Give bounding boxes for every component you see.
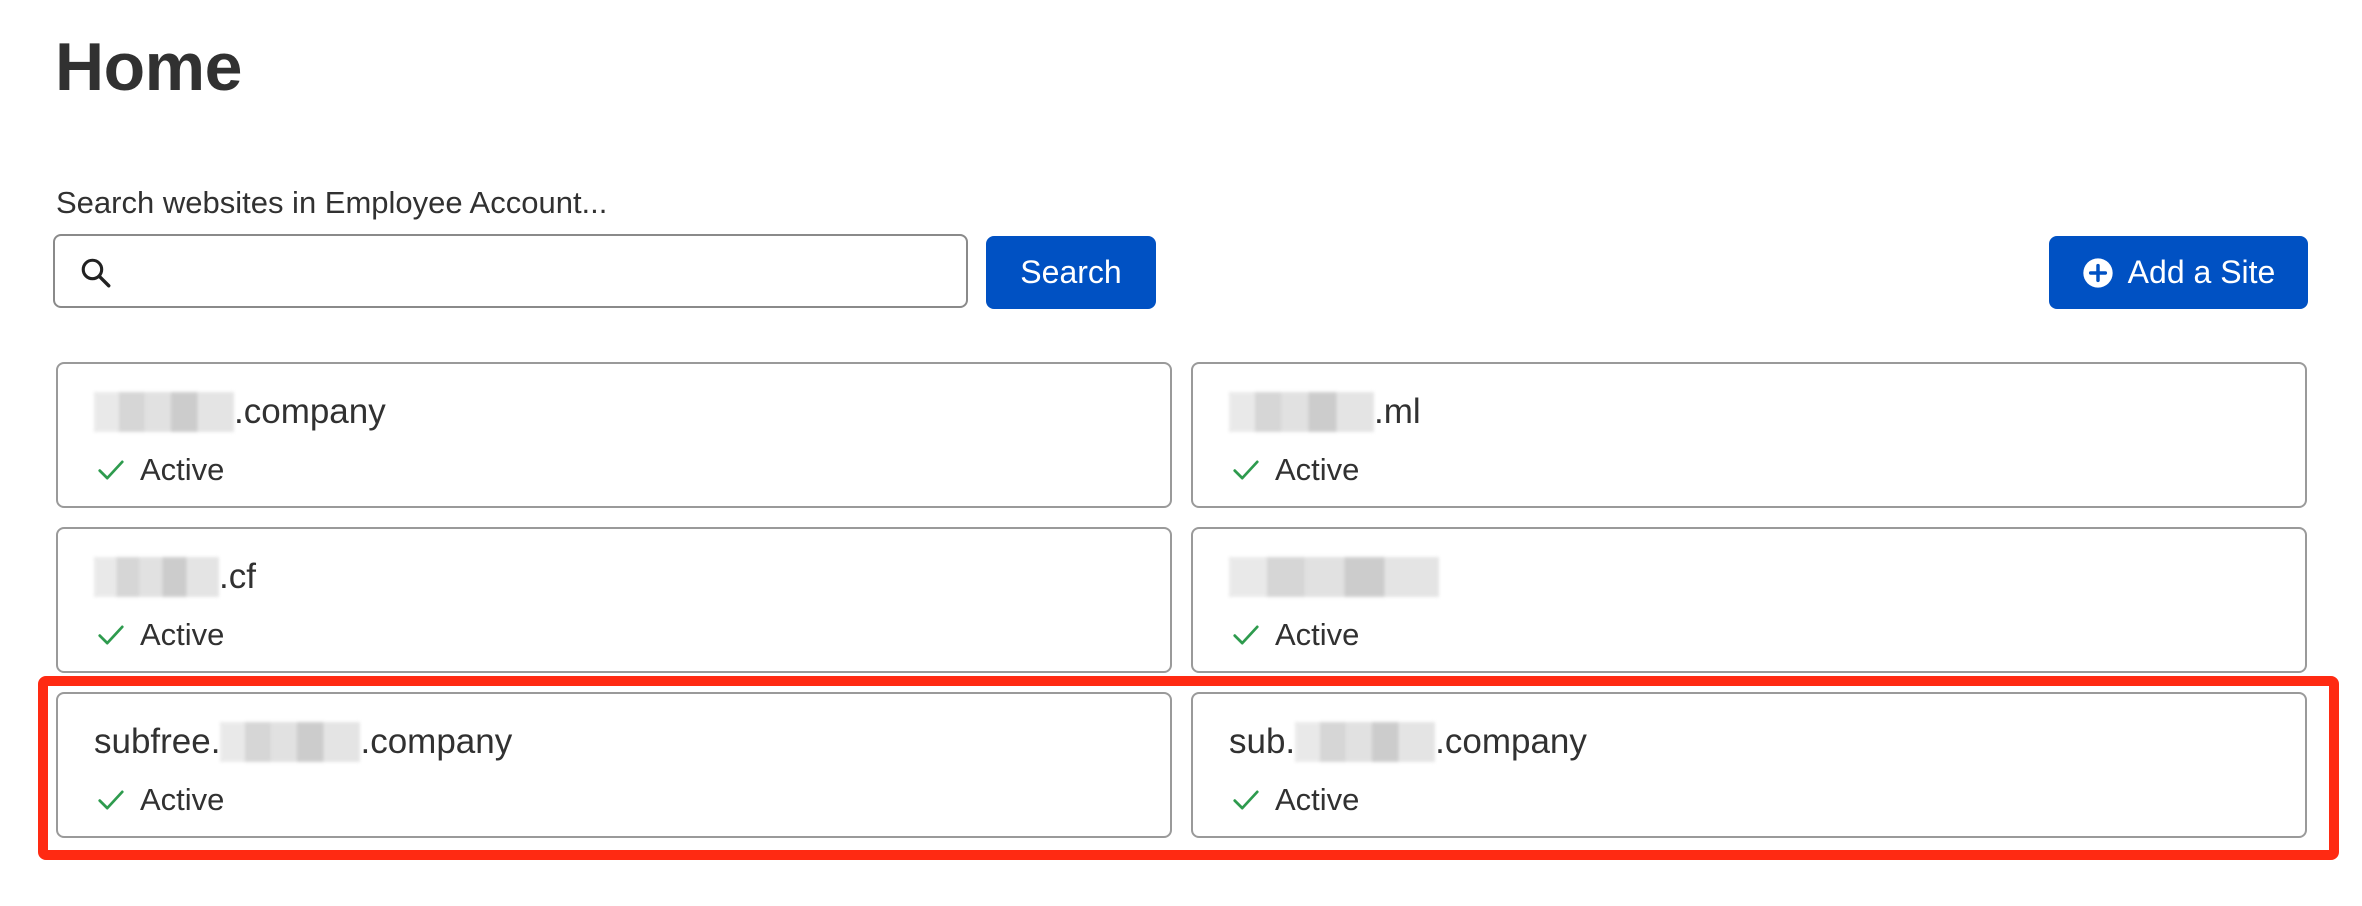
check-icon bbox=[1233, 460, 1259, 480]
check-icon bbox=[1233, 625, 1259, 645]
site-status: Active bbox=[1231, 448, 1359, 492]
site-name[interactable]: .company bbox=[94, 384, 386, 440]
site-name-suffix: .company bbox=[234, 392, 386, 431]
site-name-suffix: .company bbox=[360, 722, 513, 761]
search-field[interactable] bbox=[53, 234, 968, 308]
site-status: Active bbox=[96, 778, 224, 822]
site-name-prefix: sub. bbox=[1229, 722, 1296, 761]
search-input[interactable] bbox=[135, 244, 955, 298]
search-label: Search websites in Employee Account... bbox=[56, 185, 608, 220]
page-title: Home bbox=[55, 29, 242, 105]
redacted-text bbox=[1295, 722, 1436, 762]
redacted-text bbox=[1229, 392, 1374, 432]
check-icon bbox=[98, 460, 124, 480]
status-label: Active bbox=[1275, 452, 1360, 487]
site-name[interactable]: subfree. .company bbox=[94, 714, 512, 770]
site-name[interactable] bbox=[1229, 549, 1439, 605]
redacted-text bbox=[1229, 557, 1439, 597]
site-card[interactable]: subfree. .company Active bbox=[56, 692, 1172, 838]
redacted-text bbox=[220, 722, 361, 762]
site-card[interactable]: .ml Active bbox=[1191, 362, 2307, 508]
status-label: Active bbox=[140, 782, 225, 817]
site-status: Active bbox=[96, 613, 224, 657]
check-icon bbox=[1233, 790, 1259, 810]
search-icon bbox=[81, 258, 111, 288]
status-label: Active bbox=[140, 617, 225, 652]
site-card[interactable]: Active bbox=[1191, 527, 2307, 673]
site-status: Active bbox=[1231, 778, 1359, 822]
site-card[interactable]: .company Active bbox=[56, 362, 1172, 508]
check-icon bbox=[98, 790, 124, 810]
site-name-suffix: .company bbox=[1435, 722, 1587, 761]
site-name[interactable]: sub. .company bbox=[1229, 714, 1587, 770]
home-page: Home Search websites in Employee Account… bbox=[0, 0, 2362, 906]
site-card[interactable]: .cf Active bbox=[56, 527, 1172, 673]
site-status: Active bbox=[1231, 613, 1359, 657]
check-icon bbox=[98, 625, 124, 645]
add-site-label: Add a Site bbox=[2127, 254, 2276, 290]
site-name[interactable]: .cf bbox=[94, 549, 256, 605]
site-name-suffix: .cf bbox=[219, 557, 256, 596]
status-label: Active bbox=[140, 452, 225, 487]
site-name-prefix: subfree. bbox=[94, 722, 221, 761]
site-status: Active bbox=[96, 448, 224, 492]
add-site-button[interactable]: Add a Site bbox=[2049, 236, 2308, 309]
redacted-text bbox=[94, 392, 234, 432]
status-label: Active bbox=[1275, 782, 1360, 817]
site-name[interactable]: .ml bbox=[1229, 384, 1421, 440]
search-button[interactable]: Search bbox=[986, 236, 1156, 309]
site-name-suffix: .ml bbox=[1374, 392, 1421, 431]
search-button-label: Search bbox=[1020, 254, 1122, 290]
site-card[interactable]: sub. .company Active bbox=[1191, 692, 2307, 838]
redacted-text bbox=[94, 557, 219, 597]
status-label: Active bbox=[1275, 617, 1360, 652]
plus-circle-icon bbox=[2083, 257, 2113, 288]
